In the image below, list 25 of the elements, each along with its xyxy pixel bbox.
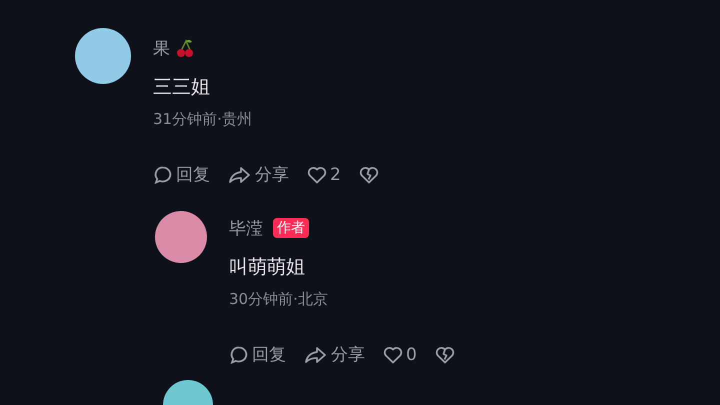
username[interactable]: 果: [153, 36, 170, 60]
like-button[interactable]: 0: [383, 344, 417, 364]
username[interactable]: 毕滢: [229, 216, 263, 240]
comment-icon: [153, 164, 173, 184]
author-badge: 作者: [273, 218, 309, 238]
share-button[interactable]: 分享: [304, 343, 365, 366]
comment-meta: 30分钟前·北京: [229, 290, 329, 309]
cherry-icon: [176, 38, 194, 58]
share-icon: [228, 164, 252, 184]
comment-icon: [229, 344, 249, 364]
comment-meta: 31分钟前·贵州: [153, 110, 253, 129]
comment-text: 三三姐: [153, 75, 211, 100]
reply-button[interactable]: 回复: [229, 343, 286, 366]
share-icon: [304, 344, 328, 364]
dislike-button[interactable]: [434, 346, 455, 364]
dislike-button[interactable]: [358, 166, 379, 184]
broken-heart-icon: [358, 166, 379, 184]
heart-icon: [383, 346, 403, 364]
comment-text: 叫萌萌姐: [229, 255, 306, 280]
avatar-placeholder[interactable]: [155, 211, 207, 263]
broken-heart-icon: [434, 346, 455, 364]
share-button[interactable]: 分享: [228, 163, 289, 186]
like-button[interactable]: 2: [307, 164, 341, 184]
reply-button[interactable]: 回复: [153, 163, 210, 186]
heart-icon: [307, 166, 327, 184]
